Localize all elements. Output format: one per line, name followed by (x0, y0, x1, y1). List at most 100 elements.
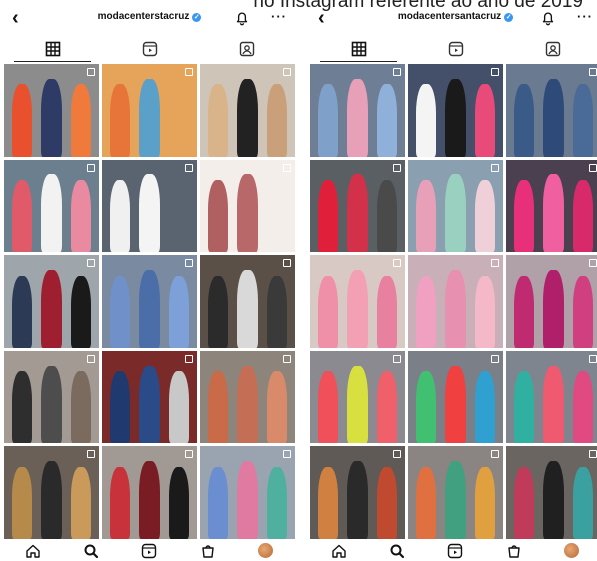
profile-avatar[interactable] (563, 542, 581, 560)
garment-shape (445, 365, 466, 444)
post-thumbnail[interactable] (4, 446, 99, 539)
post-thumbnail[interactable] (200, 64, 295, 157)
garment-shape (41, 174, 62, 253)
post-thumbnail[interactable] (200, 446, 295, 539)
post-thumbnail[interactable] (310, 159, 405, 253)
tab-tagged[interactable] (504, 36, 597, 62)
post-thumbnail[interactable] (408, 350, 503, 444)
post-thumbnail[interactable] (310, 255, 405, 348)
tab-reels[interactable] (407, 36, 504, 62)
grid-icon (351, 41, 366, 57)
bottom-nav (310, 540, 597, 561)
post-thumbnail[interactable] (4, 159, 99, 253)
carousel-icon (87, 68, 95, 76)
post-thumbnail[interactable] (506, 350, 597, 444)
post-thumbnail[interactable] (506, 159, 597, 253)
garment-shape (11, 275, 33, 348)
garment-shape (168, 466, 190, 539)
post-thumbnail[interactable] (200, 350, 295, 444)
garment-shape (168, 275, 190, 348)
carousel-icon (393, 68, 401, 76)
garment-shape (237, 270, 258, 348)
tab-reels[interactable] (101, 36, 198, 62)
garment-shape (266, 466, 288, 539)
post-thumbnail[interactable] (310, 446, 405, 539)
carousel-icon (491, 354, 499, 363)
garment-shape (139, 78, 160, 157)
carousel-icon (491, 68, 499, 76)
post-thumbnail[interactable] (408, 159, 503, 253)
garment-shape (543, 174, 564, 253)
post-thumbnail[interactable] (310, 64, 405, 157)
post-thumbnail[interactable] (4, 255, 99, 348)
post-thumbnail[interactable] (408, 255, 503, 348)
garment-shape (41, 270, 62, 348)
search-icon[interactable] (388, 542, 406, 560)
carousel-icon (283, 450, 291, 459)
post-thumbnail[interactable] (102, 350, 197, 444)
carousel-icon (589, 259, 597, 268)
carousel-icon (393, 163, 401, 172)
garment-shape (207, 179, 229, 253)
profile-avatar[interactable] (257, 542, 275, 560)
carousel-icon (491, 259, 499, 268)
reels-nav-icon[interactable] (140, 542, 158, 560)
carousel-icon (393, 354, 401, 363)
garment-shape (266, 371, 288, 444)
post-thumbnail[interactable] (408, 64, 503, 157)
garment-shape (543, 78, 564, 157)
tab-tagged[interactable] (198, 36, 295, 62)
post-thumbnail[interactable] (506, 64, 597, 157)
garment-shape (317, 466, 339, 539)
garment-shape (139, 270, 160, 348)
shop-icon[interactable] (199, 542, 217, 560)
post-thumbnail[interactable] (408, 446, 503, 539)
garment-shape (168, 84, 190, 157)
garment-shape (237, 174, 258, 253)
garment-shape (347, 461, 368, 539)
post-thumbnail[interactable] (102, 255, 197, 348)
caption-text: no Instagram referente ao ano de 2019 (253, 0, 583, 11)
post-thumbnail[interactable] (200, 255, 295, 348)
bell-icon[interactable] (233, 9, 251, 27)
post-thumbnail[interactable] (310, 350, 405, 444)
carousel-icon (491, 450, 499, 459)
garment-shape (266, 179, 288, 253)
post-thumbnail[interactable] (102, 446, 197, 539)
post-thumbnail[interactable] (506, 446, 597, 539)
carousel-icon (87, 163, 95, 172)
home-icon[interactable] (24, 542, 42, 560)
carousel-icon (185, 68, 193, 76)
shop-icon[interactable] (505, 542, 523, 560)
post-thumbnail[interactable] (4, 64, 99, 157)
garment-shape (139, 461, 160, 539)
garment-shape (266, 84, 288, 157)
garment-shape (572, 371, 594, 444)
garment-shape (317, 179, 339, 253)
tab-grid[interactable] (4, 36, 101, 62)
post-thumbnail[interactable] (506, 255, 597, 348)
more-icon[interactable]: ··· (271, 9, 287, 24)
post-thumbnail[interactable] (200, 159, 295, 253)
garment-shape (474, 179, 496, 253)
username-label: modacentersantacruz (397, 11, 502, 22)
verified-badge-icon: ✓ (504, 13, 514, 22)
search-icon[interactable] (82, 542, 100, 560)
post-thumbnail[interactable] (4, 350, 99, 444)
garment-shape (109, 371, 131, 444)
bell-icon[interactable] (539, 9, 557, 27)
more-icon[interactable]: ··· (577, 9, 593, 24)
garment-shape (11, 84, 33, 157)
garment-shape (376, 275, 398, 348)
garment-shape (70, 275, 92, 348)
tab-grid[interactable] (310, 36, 407, 62)
post-thumbnail[interactable] (102, 159, 197, 253)
post-thumbnail[interactable] (102, 64, 197, 157)
garment-shape (41, 78, 62, 157)
garment-shape (70, 466, 92, 539)
reels-nav-icon[interactable] (446, 542, 464, 560)
garment-shape (445, 270, 466, 348)
home-icon[interactable] (330, 542, 348, 560)
carousel-icon (589, 354, 597, 363)
garment-shape (445, 174, 466, 253)
